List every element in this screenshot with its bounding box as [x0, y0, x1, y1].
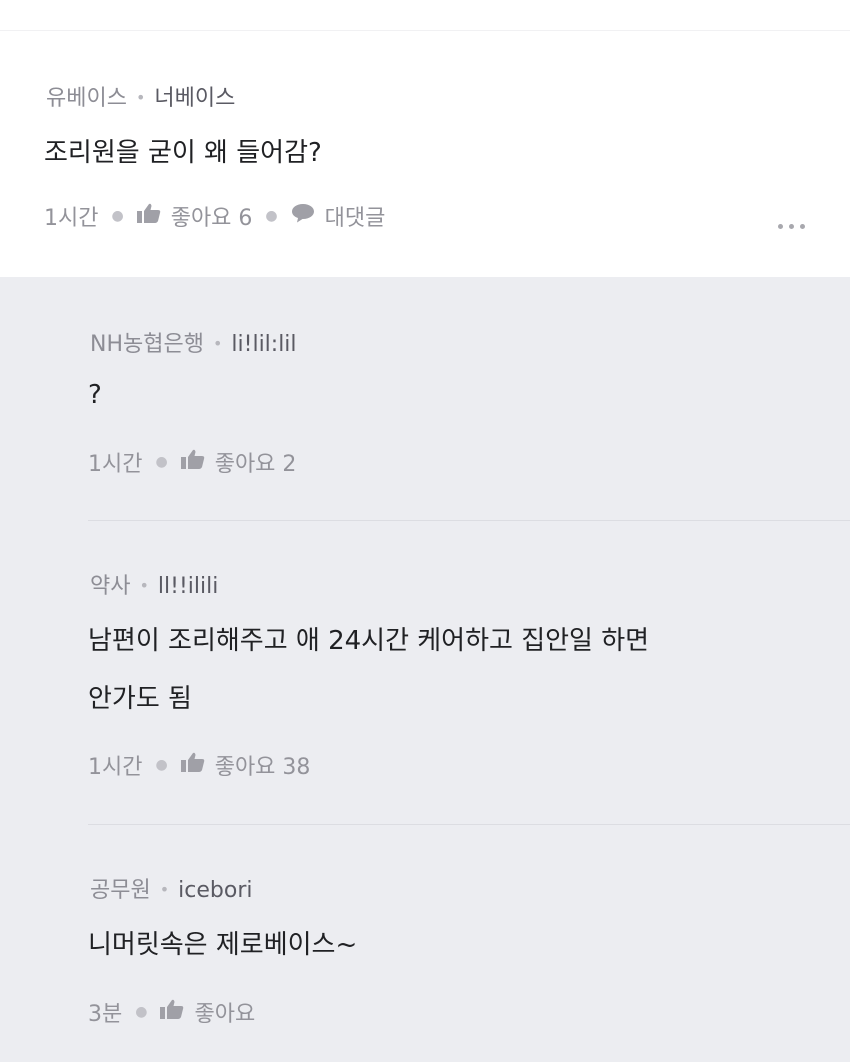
company-badge[interactable]: 공무원	[90, 878, 151, 903]
reply-meta: 약사 • ll!!ilili	[90, 568, 218, 600]
company-badge[interactable]: NH농협은행	[90, 332, 204, 357]
comment-time: 1시간	[88, 755, 143, 780]
separator-dot: ●	[135, 1004, 148, 1020]
author-nickname[interactable]: li!lil:lil	[231, 332, 296, 357]
speech-bubble-icon	[291, 203, 315, 229]
thumbs-up-icon	[136, 203, 161, 229]
like-button[interactable]: 좋아요 38	[180, 749, 311, 781]
comment-time: 1시간	[44, 206, 99, 231]
company-badge[interactable]: 약사	[90, 574, 130, 599]
reply-text: ?	[88, 380, 102, 410]
more-options-button[interactable]	[774, 220, 809, 233]
divider	[88, 824, 850, 825]
reply-actions: 1시간 ● 좋아요 38	[88, 749, 310, 781]
top-strip	[0, 0, 850, 31]
main-comment-text: 조리원을 굳이 왜 들어감?	[44, 138, 322, 168]
like-button[interactable]: 좋아요	[160, 996, 255, 1028]
separator-dot: •	[139, 576, 149, 595]
thumbs-up-icon	[160, 999, 184, 1025]
like-button[interactable]: 좋아요 2	[180, 446, 297, 478]
company-badge[interactable]: 유베이스	[46, 86, 127, 111]
separator-dot: ●	[265, 208, 278, 224]
like-count: 좋아요	[194, 1002, 256, 1027]
like-count: 좋아요 6	[170, 206, 253, 231]
reply-actions: 3분 ● 좋아요	[88, 996, 255, 1028]
reply-meta: 공무원 • icebori	[90, 872, 253, 904]
separator-dot: •	[135, 88, 146, 107]
reply-text-line2: 안가도 됨	[88, 684, 192, 714]
thumbs-up-icon	[180, 752, 205, 778]
separator-dot: ●	[155, 454, 168, 470]
separator-dot: •	[212, 334, 223, 353]
separator-dot: ●	[155, 757, 168, 773]
author-nickname[interactable]: ll!!ilili	[158, 574, 218, 599]
comment-time: 3분	[88, 1002, 123, 1027]
like-count: 좋아요 38	[214, 755, 311, 780]
author-nickname[interactable]: 너베이스	[154, 86, 235, 111]
reply-label: 대댓글	[324, 206, 386, 231]
main-comment-actions: 1시간 ● 좋아요 6 ● 대댓글	[44, 200, 385, 232]
separator-dot: ●	[111, 208, 124, 224]
reply-text: 니머릿속은 제로베이스~	[88, 930, 358, 960]
comment-time: 1시간	[88, 452, 143, 477]
separator-dot: •	[159, 880, 170, 899]
reply-text: 남편이 조리해주고 애 24시간 케어하고 집안일 하면	[88, 626, 650, 656]
thumbs-up-icon	[180, 449, 205, 475]
divider	[88, 520, 850, 521]
more-dot	[800, 224, 805, 229]
reply-meta: NH농협은행 • li!lil:lil	[90, 326, 297, 358]
like-button[interactable]: 좋아요 6	[136, 200, 253, 232]
like-count: 좋아요 2	[214, 452, 297, 477]
more-dots-icon	[778, 224, 783, 229]
more-dot	[789, 224, 794, 229]
main-comment-meta: 유베이스 • 너베이스	[46, 80, 235, 112]
reply-button[interactable]: 대댓글	[291, 200, 386, 232]
reply-actions: 1시간 ● 좋아요 2	[88, 446, 296, 478]
author-nickname[interactable]: icebori	[178, 878, 252, 903]
